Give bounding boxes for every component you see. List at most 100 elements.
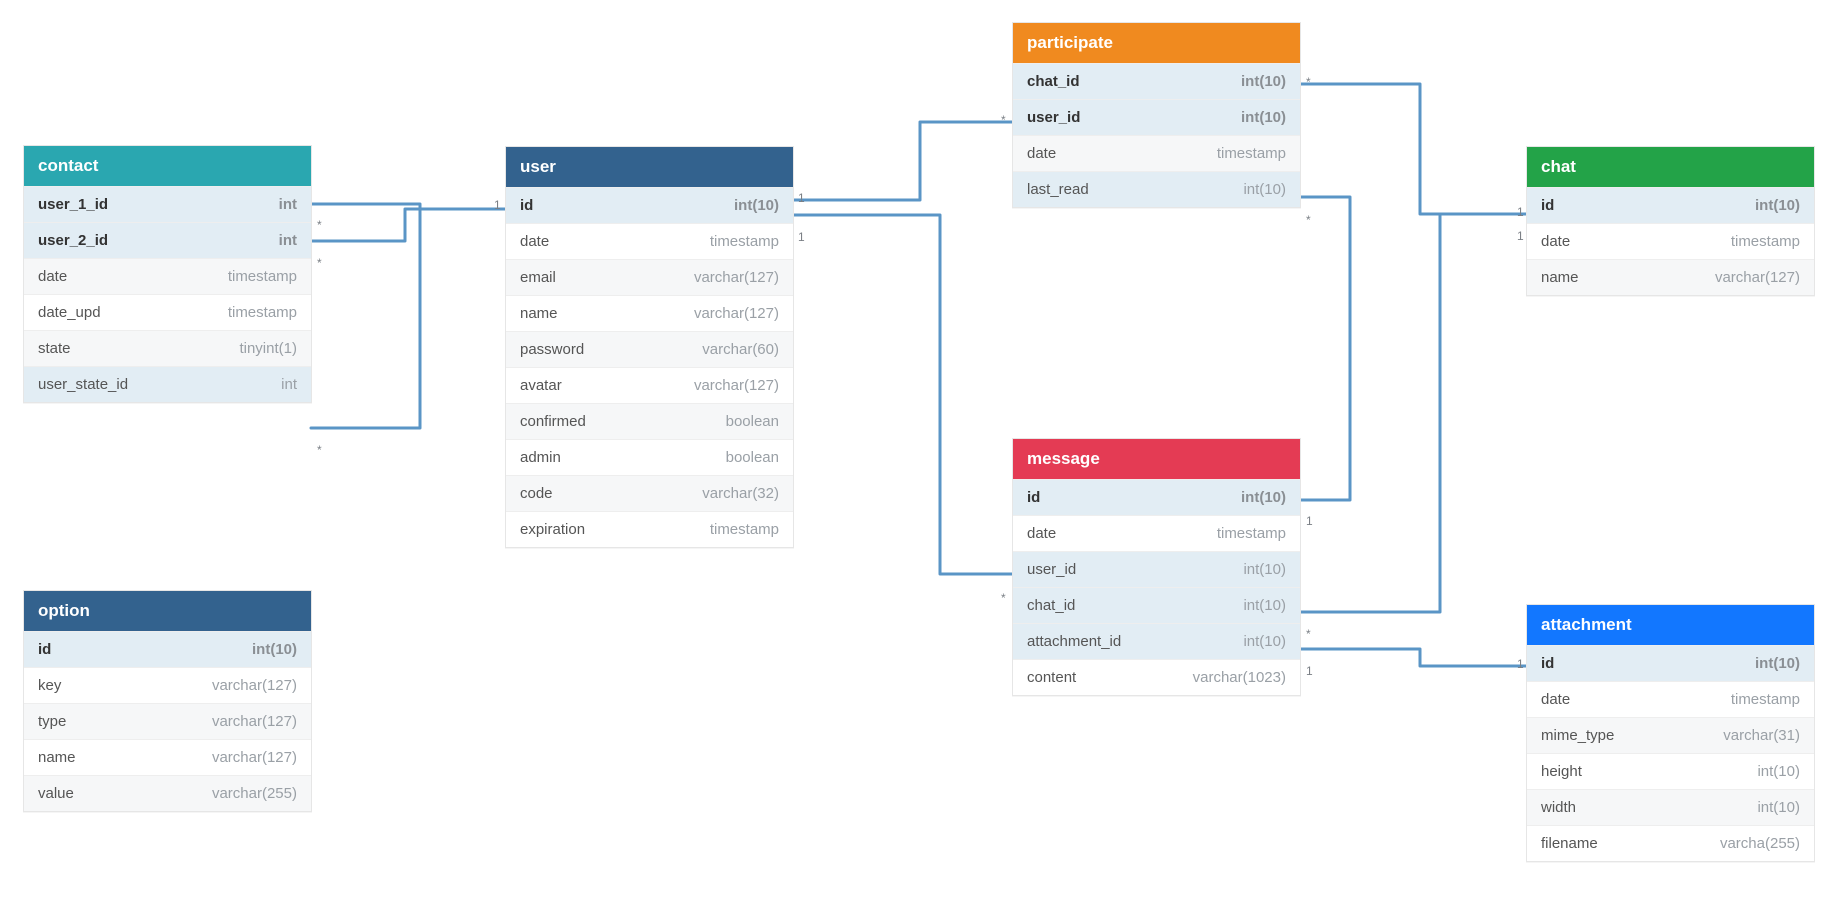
cardinality-label: * xyxy=(317,218,322,232)
field-name: user_1_id xyxy=(38,196,108,213)
field-name: user_2_id xyxy=(38,232,108,249)
entity-chat[interactable]: chatidint(10)datetimestampnamevarchar(12… xyxy=(1526,146,1815,296)
field-type: tinyint(1) xyxy=(239,340,297,357)
entity-header[interactable]: message xyxy=(1013,439,1300,479)
field-type: varchar(127) xyxy=(212,749,297,766)
connector-line xyxy=(311,204,505,209)
entity-attachment[interactable]: attachmentidint(10)datetimestampmime_typ… xyxy=(1526,604,1815,862)
field-name: date_upd xyxy=(38,304,101,321)
field-type: varchar(127) xyxy=(694,305,779,322)
field-type: int(10) xyxy=(734,197,779,214)
field-type: varchar(255) xyxy=(212,785,297,802)
field-row[interactable]: last_readint(10) xyxy=(1013,171,1300,207)
field-type: varcha(255) xyxy=(1720,835,1800,852)
field-row[interactable]: user_1_idint xyxy=(24,186,311,222)
field-row[interactable]: heightint(10) xyxy=(1527,753,1814,789)
cardinality-label: 1 xyxy=(798,191,805,205)
field-type: int(10) xyxy=(1241,109,1286,126)
field-row[interactable]: expirationtimestamp xyxy=(506,511,793,547)
entity-user[interactable]: user id int(10) datetimestampemailvarchar(1… xyxy=(505,146,794,548)
field-row[interactable]: chat_idint(10) xyxy=(1013,63,1300,99)
field-name: id xyxy=(520,197,533,214)
cardinality-label: 1 xyxy=(1517,657,1524,671)
field-row[interactable]: datetimestamp xyxy=(1013,135,1300,171)
entity-header[interactable]: user xyxy=(506,147,793,187)
field-type: int(10) xyxy=(1755,197,1800,214)
entity-header[interactable]: chat xyxy=(1527,147,1814,187)
field-name: password xyxy=(520,341,584,358)
field-type: int(10) xyxy=(1755,655,1800,672)
field-row[interactable]: namevarchar(127) xyxy=(506,295,793,331)
field-name: id xyxy=(1027,489,1040,506)
field-name: user_state_id xyxy=(38,376,128,393)
field-row[interactable]: date_upd timestamp xyxy=(24,294,311,330)
field-row[interactable]: user_idint(10) xyxy=(1013,551,1300,587)
field-row[interactable]: value varchar(255) xyxy=(24,775,311,811)
field-type: timestamp xyxy=(710,521,779,538)
field-name: value xyxy=(38,785,74,802)
cardinality-label: * xyxy=(317,443,322,457)
field-type: int(10) xyxy=(1243,181,1286,198)
field-type: boolean xyxy=(726,449,779,466)
field-row[interactable]: datetimestamp xyxy=(1013,515,1300,551)
field-row[interactable]: idint(10) xyxy=(1527,187,1814,223)
field-row[interactable]: idint(10) xyxy=(1013,479,1300,515)
field-row[interactable]: keyvarchar(127) xyxy=(24,667,311,703)
cardinality-label: 1 xyxy=(494,198,501,212)
field-row[interactable]: namevarchar(127) xyxy=(24,739,311,775)
entity-header[interactable]: option xyxy=(24,591,311,631)
field-type: timestamp xyxy=(228,304,297,321)
cardinality-label: 1 xyxy=(798,230,805,244)
entity-header[interactable]: participate xyxy=(1013,23,1300,63)
field-name: avatar xyxy=(520,377,562,394)
field-row[interactable]: confirmedboolean xyxy=(506,403,793,439)
field-row[interactable]: passwordvarchar(60) xyxy=(506,331,793,367)
field-type: int(10) xyxy=(1241,73,1286,90)
field-row[interactable]: codevarchar(32) xyxy=(506,475,793,511)
entity-message[interactable]: messageidint(10)datetimestampuser_idint(… xyxy=(1012,438,1301,696)
field-row[interactable]: widthint(10) xyxy=(1527,789,1814,825)
field-type: varchar(127) xyxy=(1715,269,1800,286)
entity-header[interactable]: contact xyxy=(24,146,311,186)
field-type: int(10) xyxy=(1243,561,1286,578)
field-row[interactable]: namevarchar(127) xyxy=(1527,259,1814,295)
field-row[interactable]: avatarvarchar(127) xyxy=(506,367,793,403)
field-row[interactable]: contentvarchar(1023) xyxy=(1013,659,1300,695)
field-row[interactable]: datetimestamp xyxy=(24,258,311,294)
field-row[interactable]: datetimestamp xyxy=(1527,681,1814,717)
field-type: int(10) xyxy=(1757,799,1800,816)
entity-contact[interactable]: contactuser_1_idintuser_2_idintdatetimes… xyxy=(23,145,312,403)
field-name: date xyxy=(38,268,67,285)
field-type: varchar(127) xyxy=(212,677,297,694)
field-row[interactable]: user_2_idint xyxy=(24,222,311,258)
cardinality-label: 1 xyxy=(1517,205,1524,219)
field-row[interactable]: attachment_idint(10) xyxy=(1013,623,1300,659)
field-row[interactable]: idint(10) xyxy=(24,631,311,667)
field-type: int(10) xyxy=(252,641,297,658)
field-name: height xyxy=(1541,763,1582,780)
connector-line xyxy=(793,215,1012,574)
field-row[interactable]: chat_idint(10) xyxy=(1013,587,1300,623)
entity-header[interactable]: attachment xyxy=(1527,605,1814,645)
field-row[interactable]: state tinyint(1) xyxy=(24,330,311,366)
field-row[interactable]: adminboolean xyxy=(506,439,793,475)
field-row[interactable]: user_state_idint xyxy=(24,366,311,402)
field-row[interactable]: datetimestamp xyxy=(1527,223,1814,259)
er-diagram-canvas: contactuser_1_idintuser_2_idintdatetimes… xyxy=(0,0,1830,917)
field-row[interactable]: mime_typevarchar(31) xyxy=(1527,717,1814,753)
cardinality-label: 1 xyxy=(1306,514,1313,528)
field-row[interactable]: filenamevarcha(255) xyxy=(1527,825,1814,861)
field-row[interactable]: id int(10) xyxy=(506,187,793,223)
connector-line xyxy=(311,209,505,428)
field-row[interactable]: user_idint(10) xyxy=(1013,99,1300,135)
entity-participate[interactable]: participatechat_idint(10)user_idint(10)d… xyxy=(1012,22,1301,208)
cardinality-label: * xyxy=(1001,591,1006,605)
field-row[interactable]: idint(10) xyxy=(1527,645,1814,681)
field-row[interactable]: emailvarchar(127) xyxy=(506,259,793,295)
field-name: date xyxy=(1541,691,1570,708)
field-name: state xyxy=(38,340,71,357)
field-name: attachment_id xyxy=(1027,633,1121,650)
entity-option[interactable]: optionidint(10)keyvarchar(127)typevarcha… xyxy=(23,590,312,812)
field-row[interactable]: datetimestamp xyxy=(506,223,793,259)
field-row[interactable]: typevarchar(127) xyxy=(24,703,311,739)
